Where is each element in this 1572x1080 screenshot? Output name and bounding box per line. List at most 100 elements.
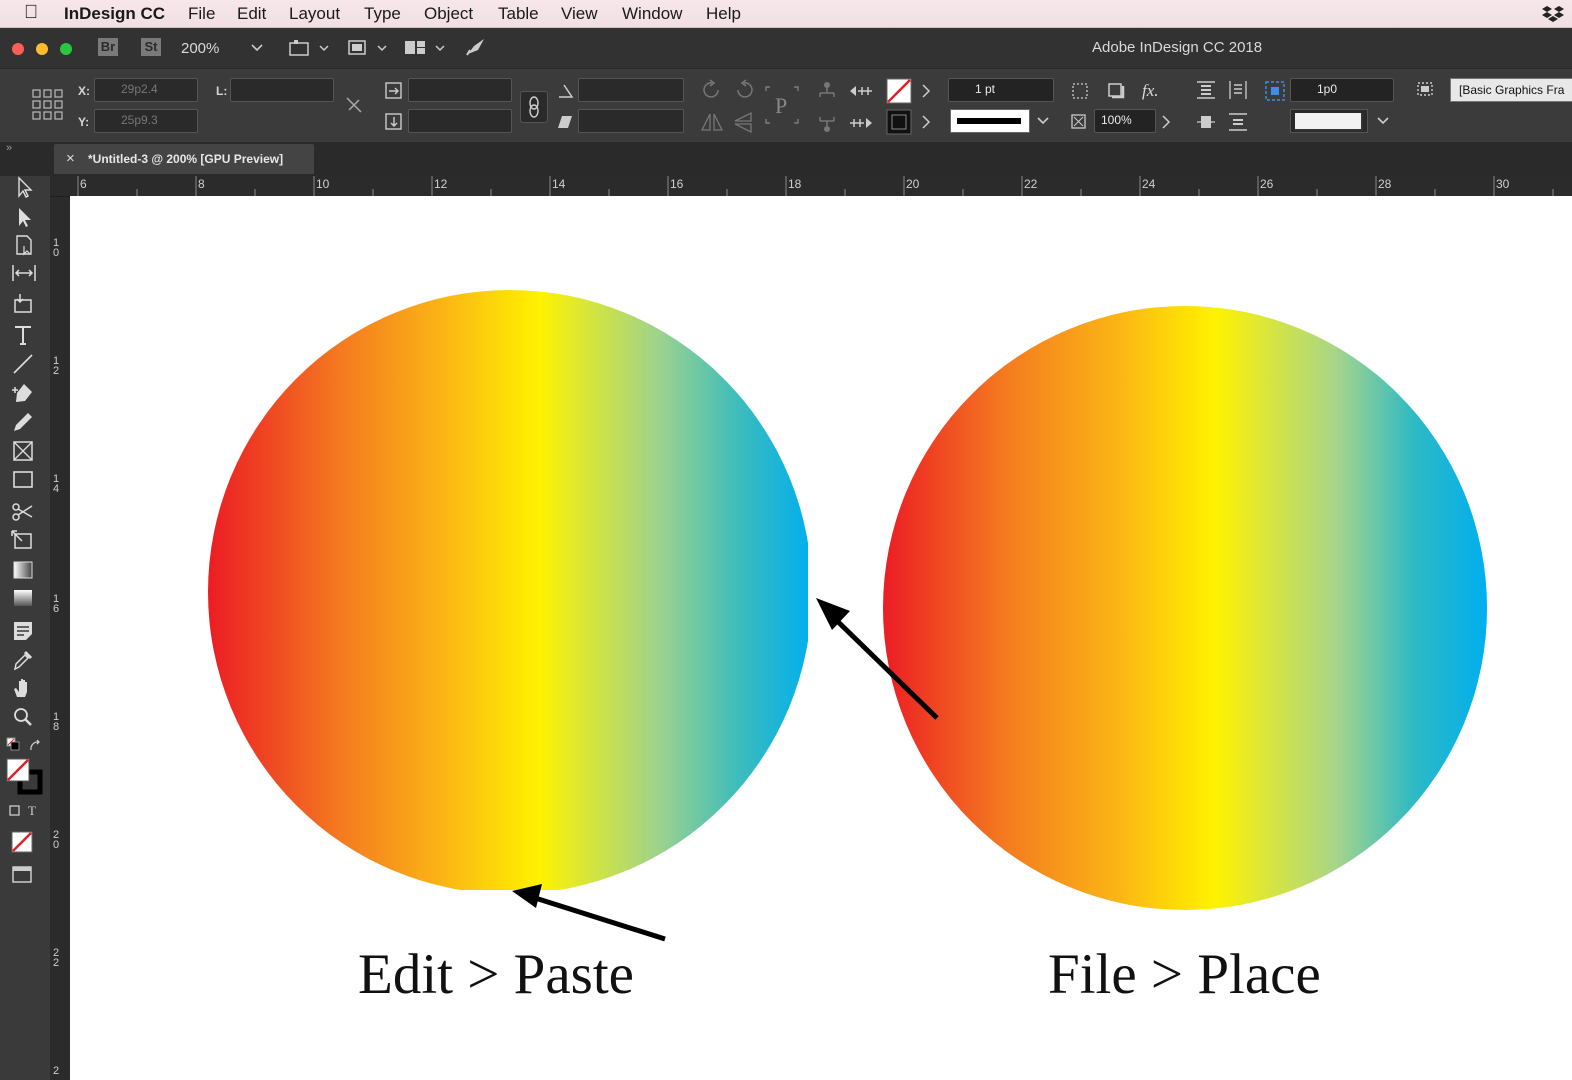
app-menu[interactable]: InDesign CC — [64, 4, 165, 24]
content-collector-icon[interactable] — [10, 292, 38, 314]
link-proportions-button[interactable] — [520, 91, 548, 123]
gradient-feather-tool-icon[interactable] — [10, 587, 38, 609]
text-wrap-icon[interactable] — [1070, 81, 1092, 101]
shear-field[interactable] — [578, 109, 684, 133]
width-field[interactable] — [408, 78, 512, 102]
selection-tool-icon[interactable] — [10, 176, 38, 198]
select-content-icon[interactable] — [816, 113, 838, 133]
pencil-tool-icon[interactable] — [10, 411, 38, 433]
bridge-button[interactable]: Br — [98, 38, 118, 56]
view-options-icon[interactable] — [288, 38, 330, 58]
close-tab-icon[interactable]: × — [66, 150, 75, 167]
menu-type[interactable]: Type — [364, 4, 401, 24]
reference-point-icon[interactable] — [32, 89, 64, 121]
view-mode-icon[interactable] — [10, 864, 38, 886]
menu-layout[interactable]: Layout — [289, 4, 340, 24]
chevron-down-icon[interactable] — [1376, 115, 1390, 127]
fill-menu-arrow-icon[interactable] — [918, 82, 934, 100]
swap-fill-stroke-icon[interactable] — [28, 739, 42, 753]
screen-mode-icon[interactable] — [346, 38, 388, 58]
horizontal-ruler[interactable]: 6 8 10 12 14 16 18 20 22 24 26 28 30 — [50, 176, 1572, 197]
document-tab[interactable]: × *Untitled-3 @ 200% [GPU Preview] — [54, 144, 314, 174]
chevron-down-icon[interactable] — [1036, 115, 1050, 127]
type-tool-icon[interactable] — [10, 324, 38, 346]
publish-online-icon[interactable] — [464, 36, 488, 58]
rotate-clockwise-icon[interactable] — [700, 79, 724, 101]
line-tool-icon[interactable] — [10, 353, 38, 375]
apple-icon[interactable]:  — [24, 2, 38, 24]
arrange-documents-icon[interactable] — [404, 38, 446, 58]
select-previous-object-icon[interactable] — [848, 81, 874, 101]
effects-icon[interactable]: fx. — [1142, 81, 1159, 101]
eyedropper-tool-icon[interactable] — [10, 649, 38, 671]
opacity-menu-arrow-icon[interactable] — [1158, 113, 1174, 131]
height-field[interactable] — [408, 109, 512, 133]
fill-stroke-proxy-icon[interactable] — [6, 758, 44, 796]
object-style-dropdown[interactable]: [Basic Graphics Fra — [1450, 78, 1572, 102]
ruler-label: 2 — [53, 1065, 60, 1077]
menu-help[interactable]: Help — [706, 4, 741, 24]
pen-tool-icon[interactable] — [10, 382, 38, 404]
menu-view[interactable]: View — [561, 4, 598, 24]
flip-vertical-icon[interactable] — [732, 111, 756, 133]
direct-selection-tool-icon[interactable] — [10, 206, 38, 228]
align-bottom-icon[interactable] — [1226, 111, 1250, 133]
scissors-tool-icon[interactable] — [10, 501, 38, 523]
select-next-object-icon[interactable] — [848, 113, 874, 133]
object-style-icon[interactable] — [1414, 79, 1438, 101]
align-center-icon[interactable] — [1226, 79, 1250, 101]
l-field[interactable] — [230, 78, 334, 102]
menu-table[interactable]: Table — [498, 4, 539, 24]
menu-edit[interactable]: Edit — [237, 4, 266, 24]
dropbox-icon[interactable] — [1540, 4, 1566, 24]
gap-tool-icon[interactable] — [10, 262, 38, 284]
x-position-field[interactable]: 29p2.4 — [94, 78, 198, 102]
stroke-menu-arrow-icon[interactable] — [918, 113, 934, 131]
scale-y-icon[interactable] — [384, 112, 404, 132]
spacing-field[interactable]: 1p0 — [1290, 78, 1394, 102]
note-tool-icon[interactable] — [10, 620, 38, 642]
menu-window[interactable]: Window — [622, 4, 682, 24]
default-fill-stroke-icon[interactable] — [6, 737, 20, 751]
menu-object[interactable]: Object — [424, 4, 473, 24]
rotation-field[interactable] — [578, 78, 684, 102]
collapse-panel-icon[interactable]: » — [6, 142, 12, 154]
rectangle-tool-icon[interactable] — [10, 469, 38, 491]
stroke-weight-field[interactable]: 1 pt — [948, 78, 1054, 102]
align-middle-icon[interactable] — [1194, 111, 1218, 133]
opacity-field[interactable]: 100% — [1094, 109, 1156, 133]
stroke-type-dropdown[interactable] — [950, 109, 1030, 133]
drop-shadow-icon[interactable] — [1106, 81, 1128, 101]
constrain-proportions-icon[interactable] — [344, 95, 364, 115]
menu-file[interactable]: File — [188, 4, 215, 24]
rotation-angle-icon — [559, 84, 574, 98]
flip-horizontal-icon[interactable] — [700, 111, 724, 133]
pasted-gradient-circle[interactable] — [208, 290, 812, 894]
stroke-black-swatch[interactable] — [886, 109, 912, 135]
rotate-counterclockwise-icon[interactable] — [732, 79, 756, 101]
select-container-icon[interactable] — [816, 81, 838, 101]
formatting-affects-container-icon[interactable]: T — [8, 804, 44, 818]
zoom-tool-icon[interactable] — [10, 706, 38, 728]
align-top-icon[interactable] — [1194, 79, 1218, 101]
page-tool-icon[interactable] — [10, 234, 38, 256]
close-window-button[interactable] — [12, 43, 24, 55]
zoom-window-button[interactable] — [60, 43, 72, 55]
apply-none-icon[interactable] — [10, 830, 38, 854]
placed-gradient-circle[interactable] — [883, 306, 1487, 910]
gradient-swatch-tool-icon[interactable] — [10, 559, 38, 581]
stock-button[interactable]: St — [141, 38, 161, 56]
zoom-level[interactable]: 200% — [181, 40, 219, 57]
frame-fitting-dropdown[interactable] — [1290, 109, 1368, 133]
auto-fit-icon[interactable] — [1264, 80, 1286, 102]
minimize-window-button[interactable] — [36, 43, 48, 55]
document-canvas[interactable]: Edit > Paste File > Place — [70, 196, 1572, 1080]
rectangle-frame-tool-icon[interactable] — [10, 440, 38, 462]
y-position-field[interactable]: 25p9.3 — [94, 109, 198, 133]
scale-x-icon[interactable] — [384, 81, 404, 101]
fill-none-swatch[interactable] — [886, 78, 912, 104]
vertical-ruler[interactable]: 10 12 14 16 18 20 22 2 — [50, 176, 70, 1080]
free-transform-tool-icon[interactable] — [10, 530, 38, 552]
hand-tool-icon[interactable] — [10, 677, 38, 699]
chevron-down-icon[interactable] — [250, 42, 264, 52]
